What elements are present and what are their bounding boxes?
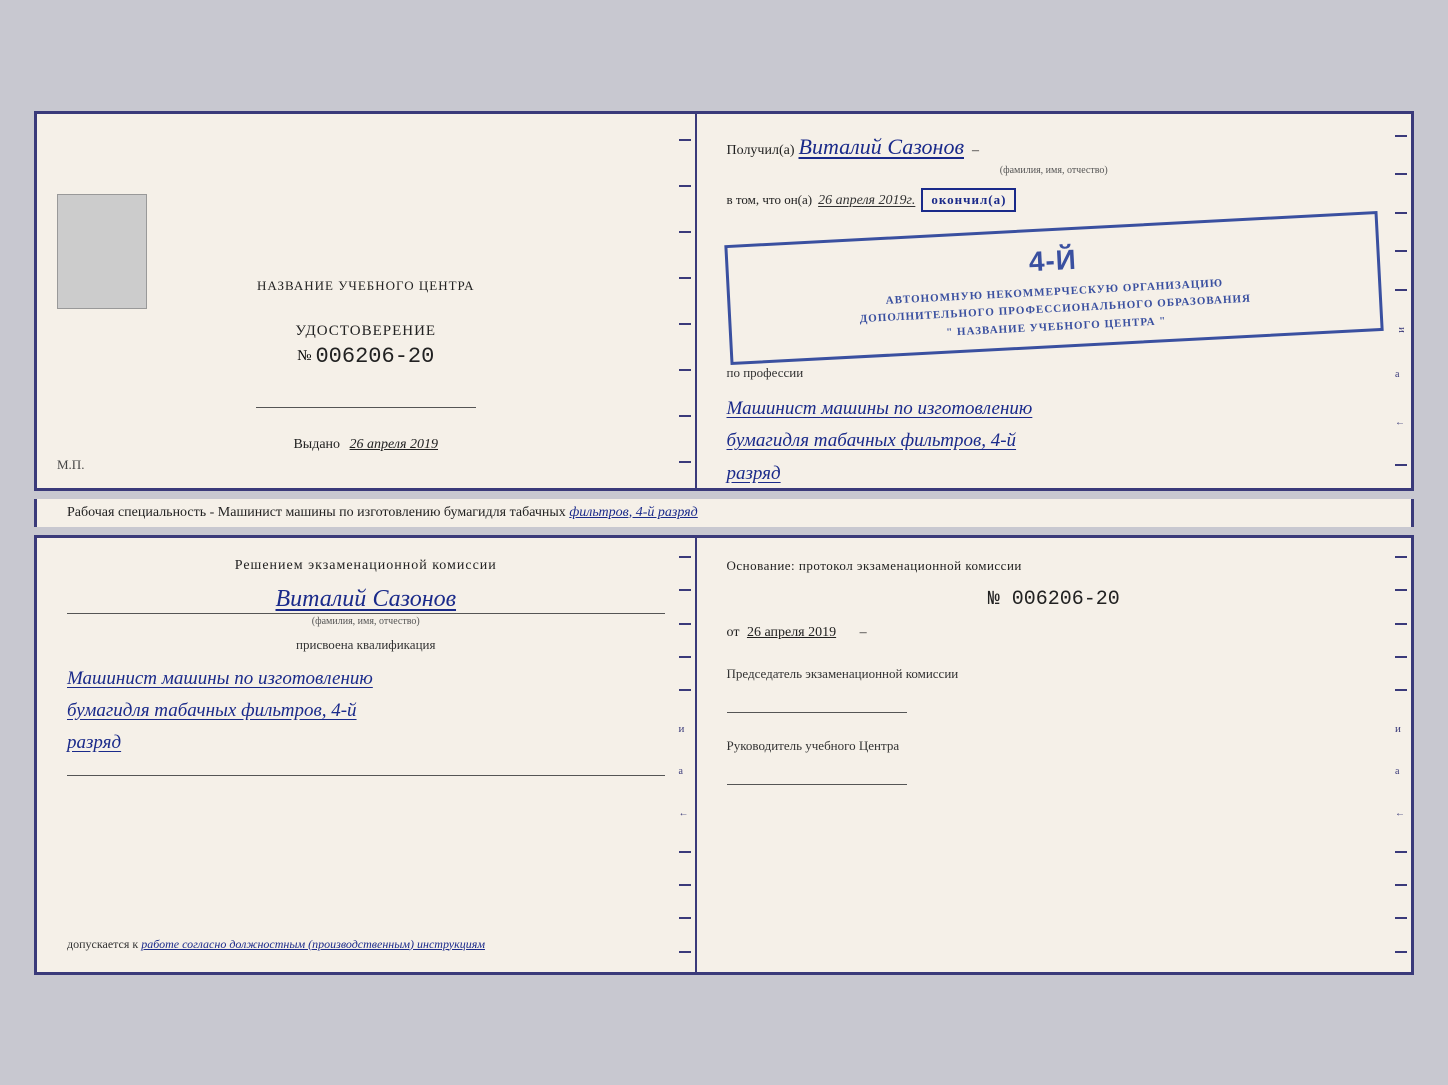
dopuskaetsya-text: работе согласно должностным (производств… — [141, 937, 485, 951]
middle-text-main: Рабочая специальность - Машинист машины … — [67, 505, 566, 520]
left-side-decorations — [677, 114, 695, 488]
ot-date-block: от 26 апреля 2019 – — [727, 625, 1381, 641]
rukovoditel-signature-line — [727, 765, 907, 785]
mp-label: М.П. — [57, 457, 84, 473]
udost-number: 006206-20 — [315, 344, 434, 369]
vydano-line: Выдано 26 апреля 2019 — [293, 437, 438, 453]
predsedatel-signature-line — [727, 693, 907, 713]
top-right-page: Получил(а) Виталий Сазонов – (фамилия, и… — [697, 114, 1411, 488]
qualification-block: Машинист машины по изготовлению бумагидл… — [67, 663, 665, 760]
middle-text-underlined: фильтров, 4-й разряд — [569, 505, 697, 520]
protocol-number: № 006206-20 — [727, 588, 1381, 611]
vydano-label: Выдано — [293, 437, 340, 452]
qual-line1: Машинист машины по изготовлению — [67, 663, 665, 695]
date-handwritten: 26 апреля 2019г. — [818, 193, 915, 209]
num-prefix: № — [988, 588, 1000, 611]
center-label: НАЗВАНИЕ УЧЕБНОГО ЦЕНТРА — [67, 278, 665, 294]
bottom-right-side-deco: и а ← — [1393, 538, 1411, 972]
number-prefix: № — [297, 348, 311, 365]
vtom-line: в том, что он(а) 26 апреля 2019г. окончи… — [727, 188, 1381, 212]
prisvoena-text: присвоена квалификация — [67, 637, 665, 653]
profession-line3: разряд — [727, 458, 1381, 490]
name-block-bottom: Виталий Сазонов (фамилия, имя, отчество) — [67, 584, 665, 627]
ot-date-val: 26 апреля 2019 — [747, 625, 836, 640]
rukovoditel-label: Руководитель учебного Центра — [727, 737, 1381, 755]
predsedatel-label: Председатель экзаменационной комиссии — [727, 665, 1381, 683]
middle-text-area: Рабочая специальность - Машинист машины … — [34, 499, 1414, 527]
fio-label-top: (фамилия, имя, отчество) — [727, 165, 1381, 176]
poluchil-label: Получил(а) — [727, 143, 795, 159]
profession-block: Машинист машины по изготовлению бумагидл… — [727, 393, 1381, 490]
dopuskaetsya-block: допускается к работе согласно должностны… — [67, 927, 665, 952]
osnovanie-text: Основание: протокол экзаменационной коми… — [727, 558, 1381, 574]
udostoverenie-title: УДОСТОВЕРЕНИЕ — [295, 323, 436, 340]
ot-prefix: от — [727, 625, 740, 640]
profession-line1: Машинист машины по изготовлению — [727, 393, 1381, 425]
rukovoditel-block: Руководитель учебного Центра — [727, 737, 1381, 785]
photo-placeholder — [57, 194, 147, 309]
right-side-decorations: и а ← — [1393, 114, 1411, 488]
vydano-date: 26 апреля 2019 — [350, 437, 438, 452]
predsedatel-block: Председатель экзаменационной комиссии — [727, 665, 1381, 713]
resheniem-text: Решением экзаменационной комиссии — [67, 558, 665, 574]
po-professii: по профессии — [727, 365, 1381, 381]
page-wrapper: НАЗВАНИЕ УЧЕБНОГО ЦЕНТРА УДОСТОВЕРЕНИЕ №… — [34, 111, 1414, 975]
bottom-left-side-deco: и а ← — [677, 538, 695, 972]
vtom-label: в том, что он(а) — [727, 192, 813, 208]
proto-num: 006206-20 — [1012, 588, 1120, 611]
top-left-page: НАЗВАНИЕ УЧЕБНОГО ЦЕНТРА УДОСТОВЕРЕНИЕ №… — [37, 114, 697, 488]
dopuskaetsya-label: допускается к — [67, 937, 138, 951]
bottom-document: Решением экзаменационной комиссии Витали… — [34, 535, 1414, 975]
qual-line2: бумагидля табачных фильтров, 4-й — [67, 695, 665, 727]
top-document: НАЗВАНИЕ УЧЕБНОГО ЦЕНТРА УДОСТОВЕРЕНИЕ №… — [34, 111, 1414, 491]
name-bottom: Виталий Сазонов — [275, 584, 456, 613]
poluchil-line: Получил(а) Виталий Сазонов – (фамилия, и… — [727, 134, 1381, 176]
profession-line2: бумагидля табачных фильтров, 4-й — [727, 425, 1381, 457]
okonchil-label: окончил(а) — [921, 188, 1016, 212]
bottom-right-page: Основание: протокол экзаменационной коми… — [697, 538, 1411, 972]
fio-label-bottom: (фамилия, имя, отчество) — [67, 613, 665, 627]
stamp-block: 4-й АВТОНОМНУЮ НЕКОММЕРЧЕСКУЮ ОРГАНИЗАЦИ… — [724, 210, 1384, 364]
qual-line3: разряд — [67, 727, 665, 759]
recipient-name: Виталий Сазонов — [799, 134, 965, 161]
bottom-left-page: Решением экзаменационной комиссии Витали… — [37, 538, 697, 972]
